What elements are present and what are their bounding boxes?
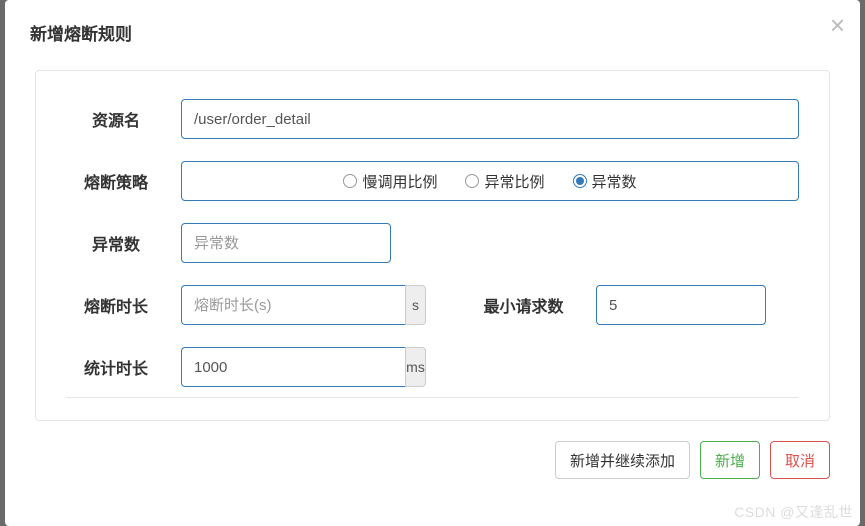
strategy-radio-group: 慢调用比例 异常比例 异常数 (181, 161, 799, 201)
radio-error-ratio[interactable]: 异常比例 (465, 171, 544, 192)
modal-footer: 新增并继续添加 新增 取消 (5, 421, 860, 499)
modal-body: 资源名 熔断策略 慢调用比例 异常比例 (5, 65, 860, 421)
break-duration-group: s (181, 285, 426, 325)
break-duration-input[interactable] (181, 285, 405, 325)
row-strategy: 熔断策略 慢调用比例 异常比例 异常数 (66, 161, 799, 201)
divider (66, 397, 799, 398)
radio-slow-call[interactable]: 慢调用比例 (343, 171, 437, 192)
cancel-button[interactable]: 取消 (770, 441, 830, 479)
add-button[interactable]: 新增 (700, 441, 760, 479)
row-resource: 资源名 (66, 99, 799, 139)
row-duration-min: 熔断时长 s 最小请求数 (66, 285, 799, 325)
close-icon[interactable]: × (830, 12, 845, 38)
stat-duration-group: ms (181, 347, 426, 387)
modal-header: 新增熔断规则 × (5, 0, 860, 65)
row-exception-count: 异常数 (66, 223, 799, 263)
label-strategy: 熔断策略 (66, 169, 181, 193)
modal: 新增熔断规则 × 资源名 熔断策略 慢调用比例 (5, 0, 860, 526)
radio-icon (343, 174, 357, 188)
label-exception-count: 异常数 (66, 231, 181, 255)
row-stat-duration: 统计时长 ms (66, 347, 799, 387)
stat-duration-input[interactable] (181, 347, 405, 387)
add-continue-button[interactable]: 新增并继续添加 (555, 441, 690, 479)
modal-title: 新增熔断规则 (30, 20, 835, 45)
label-min-requests: 最小请求数 (466, 293, 596, 317)
radio-label-error-ratio: 异常比例 (484, 171, 544, 192)
min-requests-input[interactable] (596, 285, 766, 325)
form-panel: 资源名 熔断策略 慢调用比例 异常比例 (35, 70, 830, 421)
resource-input[interactable] (181, 99, 799, 139)
exception-count-input[interactable] (181, 223, 391, 263)
label-stat-duration: 统计时长 (66, 355, 181, 379)
radio-label-error-count: 异常数 (592, 171, 637, 192)
radio-label-slow: 慢调用比例 (362, 171, 437, 192)
stat-duration-unit: ms (405, 347, 426, 387)
radio-icon (465, 174, 479, 188)
radio-icon-checked (573, 174, 587, 188)
label-break-duration: 熔断时长 (66, 293, 181, 317)
break-duration-unit: s (405, 285, 426, 325)
radio-error-count[interactable]: 异常数 (573, 171, 637, 192)
label-resource: 资源名 (66, 107, 181, 131)
